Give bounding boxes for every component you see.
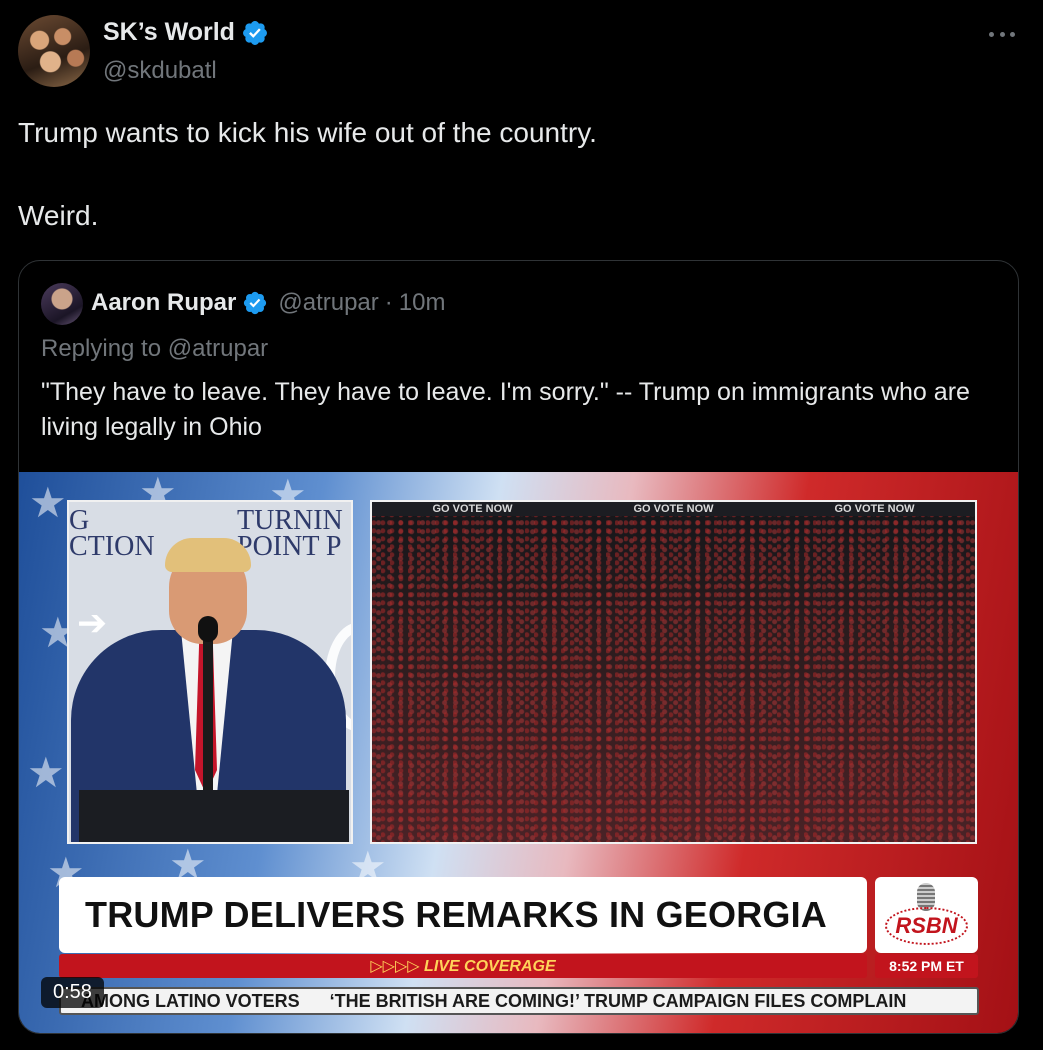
ticker-item: AMONG LATINO VOTERS	[81, 990, 300, 1011]
quoted-header: Aaron Rupar @atrupar · 10m	[91, 289, 445, 317]
video-duration-badge: 0:58	[41, 977, 104, 1008]
quoted-text: "They have to leave. They have to leave.…	[41, 378, 970, 441]
replying-to: Replying to @atrupar	[41, 335, 268, 363]
banner-item: GO VOTE NOW	[633, 503, 714, 515]
replying-prefix: Replying to	[41, 335, 162, 362]
arena-banner: GO VOTE NOW GO VOTE NOW GO VOTE NOW	[372, 502, 975, 516]
rsbn-logo: RSBN	[875, 877, 978, 953]
ticker-item: ‘THE BRITISH ARE COMING!’ TRUMP CAMPAIGN…	[329, 990, 907, 1011]
quoted-tweet[interactable]: Aaron Rupar @atrupar · 10m Replying to @…	[18, 260, 1019, 1034]
news-ticker: AMONG LATINO VOTERS ‘THE BRITISH ARE COM…	[59, 987, 979, 1015]
live-coverage-bar: ▷▷▷▷ LIVE COVERAGE	[59, 954, 867, 978]
verified-badge-icon	[244, 291, 267, 315]
podium	[79, 790, 349, 842]
separator-dot: ·	[384, 289, 393, 316]
video-player[interactable]: ★ ★ ★ ★ ★ ★ ★ ★ G CTION TURNIN POINT P ➔	[19, 472, 1018, 1033]
verified-badge-icon	[243, 20, 267, 45]
banner-item: GO VOTE NOW	[834, 503, 915, 515]
arrow-graphic: ➔	[77, 602, 108, 643]
backdrop-text-left: G CTION	[69, 505, 155, 562]
author-display-name[interactable]: SK’s World	[103, 18, 235, 47]
more-options-icon[interactable]	[985, 22, 1019, 46]
quoted-handle[interactable]: @atrupar	[278, 289, 378, 317]
author-avatar[interactable]	[18, 15, 90, 87]
star-decoration: ★	[27, 749, 65, 796]
quoted-author-avatar[interactable]	[41, 283, 83, 325]
tweet-text-line-2: Weird.	[18, 200, 99, 231]
banner-item: GO VOTE NOW	[432, 503, 513, 515]
author-handle[interactable]: @skdubatl	[103, 57, 217, 85]
rsbn-logo-text: RSBN	[895, 913, 958, 938]
microphone-stand	[203, 620, 213, 800]
crowd-video-panel: GO VOTE NOW GO VOTE NOW GO VOTE NOW	[370, 500, 977, 844]
quoted-display-name[interactable]: Aaron Rupar	[91, 289, 236, 317]
star-decoration: ★	[29, 479, 67, 526]
speaker-video-panel: G CTION TURNIN POINT P ➔	[67, 500, 353, 844]
tweet: SK’s World @skdubatl Trump wants to kick…	[0, 0, 1043, 1050]
tweet-text-line-1: Trump wants to kick his wife out of the …	[18, 117, 597, 148]
replying-handle[interactable]: @atrupar	[168, 335, 268, 362]
headline-text: TRUMP DELIVERS REMARKS IN GEORGIA	[85, 894, 827, 935]
microphone-icon	[198, 616, 218, 642]
quoted-timestamp[interactable]: 10m	[399, 289, 446, 317]
backdrop-text-right: TURNIN POINT P	[237, 505, 343, 562]
speaker-hair	[165, 538, 251, 572]
headline-bar: TRUMP DELIVERS REMARKS IN GEORGIA	[59, 877, 867, 953]
author-name-row: SK’s World	[103, 18, 269, 47]
broadcast-clock: 8:52 PM ET	[875, 954, 978, 978]
